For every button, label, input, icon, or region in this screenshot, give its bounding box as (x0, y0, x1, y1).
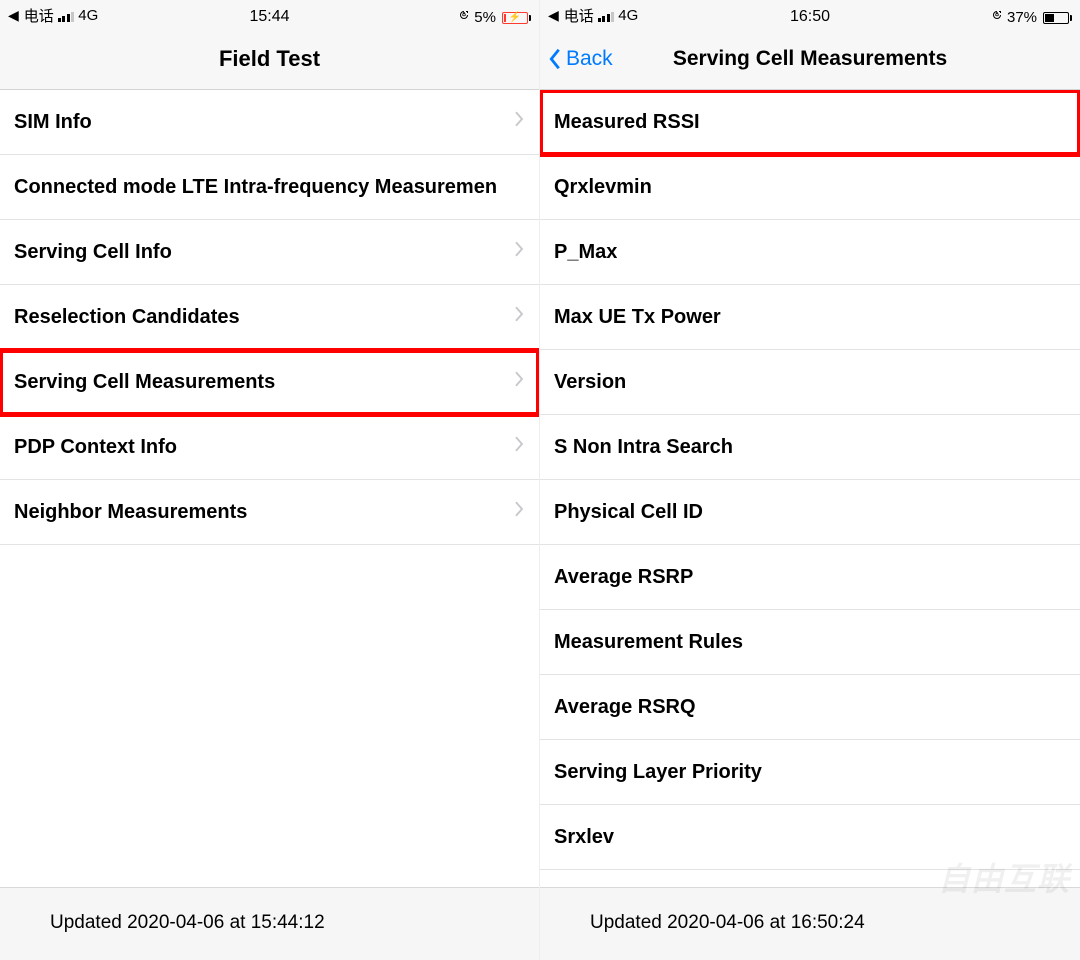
orientation-lock-icon (991, 9, 1003, 26)
back-to-app-caret-icon[interactable]: ◀ (8, 7, 19, 24)
right-row-0[interactable]: Measured RSSI (540, 90, 1080, 155)
back-button[interactable]: Back (540, 46, 613, 72)
right-row-2[interactable]: P_Max (540, 220, 1080, 285)
row-label: Srxlev (554, 826, 614, 849)
row-label: Serving Layer Priority (554, 761, 762, 784)
network-label: 4G (618, 7, 638, 24)
updated-footer: Updated 2020-04-06 at 15:44:12 (0, 887, 539, 960)
status-right: 37% (897, 9, 1072, 26)
right-row-6[interactable]: Physical Cell ID (540, 480, 1080, 545)
right-row-10[interactable]: Serving Layer Priority (540, 740, 1080, 805)
row-label: S Non Intra Search (554, 436, 733, 459)
page-title: Field Test (0, 46, 539, 72)
chevron-right-icon (513, 240, 525, 264)
right-row-4[interactable]: Version (540, 350, 1080, 415)
status-time: 15:44 (182, 8, 356, 26)
left-row-5[interactable]: PDP Context Info (0, 415, 539, 480)
row-label: Version (554, 371, 626, 394)
page-title: Serving Cell Measurements (540, 47, 1080, 71)
left-row-2[interactable]: Serving Cell Info (0, 220, 539, 285)
row-label: Measurement Rules (554, 631, 743, 654)
nav-bar: Back Serving Cell Measurements (540, 28, 1080, 90)
battery-icon (1041, 12, 1072, 24)
row-label: Serving Cell Measurements (14, 371, 275, 394)
row-label: PDP Context Info (14, 436, 177, 459)
status-time: 16:50 (723, 8, 898, 26)
row-label: Measured RSSI (554, 111, 700, 134)
panel-field-test: ◀ 电话 4G 15:44 5% ⚡ Field Test SIM In (0, 0, 540, 960)
chevron-right-icon (513, 110, 525, 134)
row-label: Neighbor Measurements (14, 501, 247, 524)
signal-icon (598, 10, 615, 22)
right-row-7[interactable]: Average RSRP (540, 545, 1080, 610)
back-to-app-label[interactable]: 电话 (564, 5, 594, 26)
right-row-1[interactable]: Qrxlevmin (540, 155, 1080, 220)
right-row-8[interactable]: Measurement Rules (540, 610, 1080, 675)
left-row-3[interactable]: Reselection Candidates (0, 285, 539, 350)
row-label: Reselection Candidates (14, 306, 240, 329)
right-row-9[interactable]: Average RSRQ (540, 675, 1080, 740)
status-right: 5% ⚡ (357, 9, 531, 26)
battery-percent: 5% (474, 9, 496, 26)
back-to-app-label[interactable]: 电话 (24, 5, 54, 26)
row-label: P_Max (554, 241, 617, 264)
nav-bar: Field Test (0, 28, 539, 90)
battery-icon: ⚡ (500, 12, 531, 24)
status-left: ◀ 电话 4G (548, 5, 723, 26)
chevron-right-icon (513, 435, 525, 459)
left-row-6[interactable]: Neighbor Measurements (0, 480, 539, 545)
back-to-app-caret-icon[interactable]: ◀ (548, 7, 559, 24)
orientation-lock-icon (458, 9, 470, 26)
row-label: Physical Cell ID (554, 501, 703, 524)
left-row-0[interactable]: SIM Info (0, 90, 539, 155)
screenshot-pair: ◀ 电话 4G 15:44 5% ⚡ Field Test SIM In (0, 0, 1080, 960)
row-label: Max UE Tx Power (554, 306, 721, 329)
network-label: 4G (78, 7, 98, 24)
status-bar: ◀ 电话 4G 15:44 5% ⚡ (0, 0, 539, 28)
back-label: Back (566, 47, 613, 71)
right-row-5[interactable]: S Non Intra Search (540, 415, 1080, 480)
battery-percent: 37% (1007, 9, 1037, 26)
left-row-1[interactable]: Connected mode LTE Intra-frequency Measu… (0, 155, 539, 220)
left-row-4[interactable]: Serving Cell Measurements (0, 350, 539, 415)
status-bar: ◀ 电话 4G 16:50 37% (540, 0, 1080, 28)
signal-icon (58, 10, 75, 22)
panel-serving-cell-measurements: ◀ 电话 4G 16:50 37% Back (540, 0, 1080, 960)
row-label: Average RSRP (554, 566, 693, 589)
row-label: Serving Cell Info (14, 241, 172, 264)
right-row-11[interactable]: Srxlev (540, 805, 1080, 870)
chevron-right-icon (513, 370, 525, 394)
right-row-3[interactable]: Max UE Tx Power (540, 285, 1080, 350)
menu-list: SIM Info Connected mode LTE Intra-frequen… (0, 90, 539, 887)
row-label: Average RSRQ (554, 696, 696, 719)
row-label: SIM Info (14, 111, 92, 134)
status-left: ◀ 电话 4G (8, 5, 182, 26)
row-label: Qrxlevmin (554, 176, 652, 199)
menu-list: Measured RSSI Qrxlevmin P_Max Max UE Tx Pow… (540, 90, 1080, 887)
row-label: Connected mode LTE Intra-frequency Measu… (14, 176, 497, 199)
chevron-right-icon (513, 500, 525, 524)
chevron-right-icon (513, 305, 525, 329)
updated-footer: Updated 2020-04-06 at 16:50:24 (540, 887, 1080, 960)
chevron-left-icon (546, 46, 564, 72)
